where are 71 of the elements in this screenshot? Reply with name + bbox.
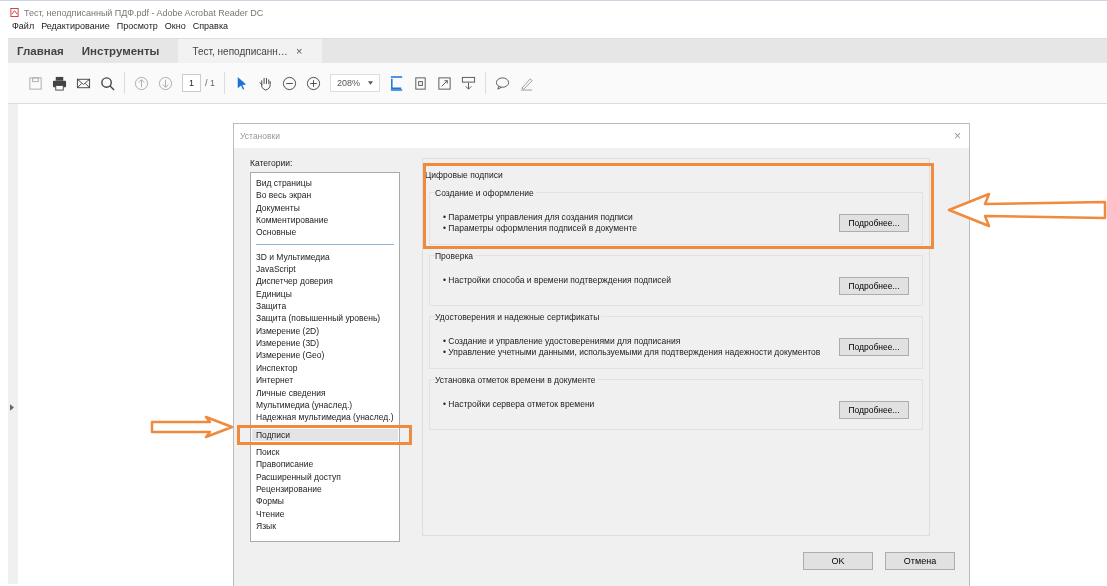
- expand-icon[interactable]: [437, 75, 453, 91]
- category-item[interactable]: Документы: [252, 201, 398, 215]
- category-item[interactable]: Чтение: [252, 507, 398, 520]
- category-item[interactable]: JavaScript: [252, 263, 398, 276]
- group-title: Создание и оформление: [435, 188, 536, 198]
- cancel-button[interactable]: Отмена: [885, 552, 955, 570]
- expand-panel-icon[interactable]: [10, 404, 14, 411]
- category-item[interactable]: 3D и Мультимедиа: [252, 250, 398, 264]
- category-item[interactable]: Измерение (2D): [252, 324, 398, 338]
- panel-title: Цифровые подписи: [425, 170, 504, 180]
- zoom-in-icon[interactable]: [306, 75, 322, 91]
- bullet-text: • Параметры оформления подписей в документе: [443, 223, 637, 234]
- more-button[interactable]: Подробнее...: [839, 214, 909, 232]
- category-item[interactable]: Инспектор: [252, 361, 398, 375]
- category-item[interactable]: Рецензирование: [252, 482, 398, 496]
- zoom-dropdown[interactable]: 208%: [330, 74, 381, 92]
- category-item[interactable]: Основные: [252, 226, 398, 239]
- hand-icon[interactable]: [258, 75, 274, 91]
- page-number-field[interactable]: 1: [182, 74, 201, 92]
- category-item[interactable]: Подписи: [252, 428, 398, 441]
- category-item[interactable]: Надежная мультимедиа (унаслед.): [252, 411, 398, 424]
- tab[interactable]: Главная: [8, 39, 73, 63]
- bullet-text: • Настройки сервера отметок времени: [443, 399, 595, 410]
- comment-icon[interactable]: [495, 75, 511, 91]
- category-item[interactable]: Язык: [252, 519, 398, 533]
- page-icon[interactable]: [413, 75, 429, 91]
- dialog-title: Установки: [240, 131, 280, 141]
- fit-width-icon[interactable]: [389, 75, 405, 91]
- more-button[interactable]: Подробнее...: [839, 401, 909, 419]
- bullet-text: • Создание и управление удостоверениями для подписания: [443, 336, 682, 347]
- category-item[interactable]: Личные сведения: [252, 386, 398, 399]
- category-item[interactable]: Диспетчер доверия: [252, 275, 398, 288]
- category-item[interactable]: Измерение (3D): [252, 337, 398, 350]
- zoom-out-icon[interactable]: [282, 75, 298, 91]
- menu-item[interactable]: Редактирование: [41, 21, 110, 35]
- caret-icon: [368, 81, 374, 85]
- page-total: / 1: [205, 78, 216, 88]
- tab[interactable]: Тест, неподписанн… ×: [178, 39, 323, 63]
- menu-item[interactable]: Окно: [164, 21, 186, 35]
- menu-item[interactable]: Просмотр: [116, 21, 158, 35]
- menu-item[interactable]: Справка: [192, 21, 229, 35]
- category-item[interactable]: Комментирование: [252, 214, 398, 227]
- category-item[interactable]: Поиск: [252, 445, 398, 459]
- group-title: Удостоверения и надежные сертификаты: [435, 312, 602, 322]
- menu-item[interactable]: Файл: [12, 21, 35, 35]
- category-item[interactable]: Расширенный доступ: [252, 470, 398, 483]
- category-item[interactable]: Правописание: [252, 458, 398, 471]
- print-icon[interactable]: [52, 75, 67, 91]
- group-title: Проверка: [435, 251, 476, 261]
- category-item[interactable]: Защита (повышенный уровень): [252, 312, 398, 325]
- more-button[interactable]: Подробнее...: [839, 277, 909, 295]
- category-item[interactable]: Формы: [252, 495, 398, 508]
- category-item[interactable]: Мультимедиа (унаслед.): [252, 398, 398, 412]
- search-icon[interactable]: [100, 75, 115, 91]
- category-item[interactable]: Во весь экран: [252, 189, 398, 202]
- category-item[interactable]: Единицы: [252, 287, 398, 301]
- bullet-text: • Настройки способа и времени подтверждения подписей: [443, 275, 672, 286]
- categories-label: Категории:: [250, 158, 294, 168]
- more-button[interactable]: Подробнее...: [839, 338, 909, 356]
- pdf-file-icon: [10, 8, 19, 17]
- category-item[interactable]: Защита: [252, 300, 398, 313]
- bullet-text: • Управление учетными данными, используемыми для подтверждения надежности документов: [443, 347, 821, 358]
- tab[interactable]: Инструменты: [72, 39, 169, 63]
- close-tab-button[interactable]: ×: [295, 45, 303, 57]
- category-item[interactable]: Интернет: [252, 374, 398, 387]
- category-item[interactable]: Измерение (Geo): [252, 349, 398, 362]
- category-item[interactable]: Вид страницы: [252, 177, 398, 190]
- group-title: Установка отметок времени в документе: [435, 375, 598, 385]
- window-title: Тест, неподписанный ПДФ.pdf - Adobe Acrobat Reader DC: [24, 7, 264, 18]
- bullet-text: • Параметры управления для создания подписи: [443, 212, 634, 223]
- ok-button[interactable]: OK: [803, 552, 873, 570]
